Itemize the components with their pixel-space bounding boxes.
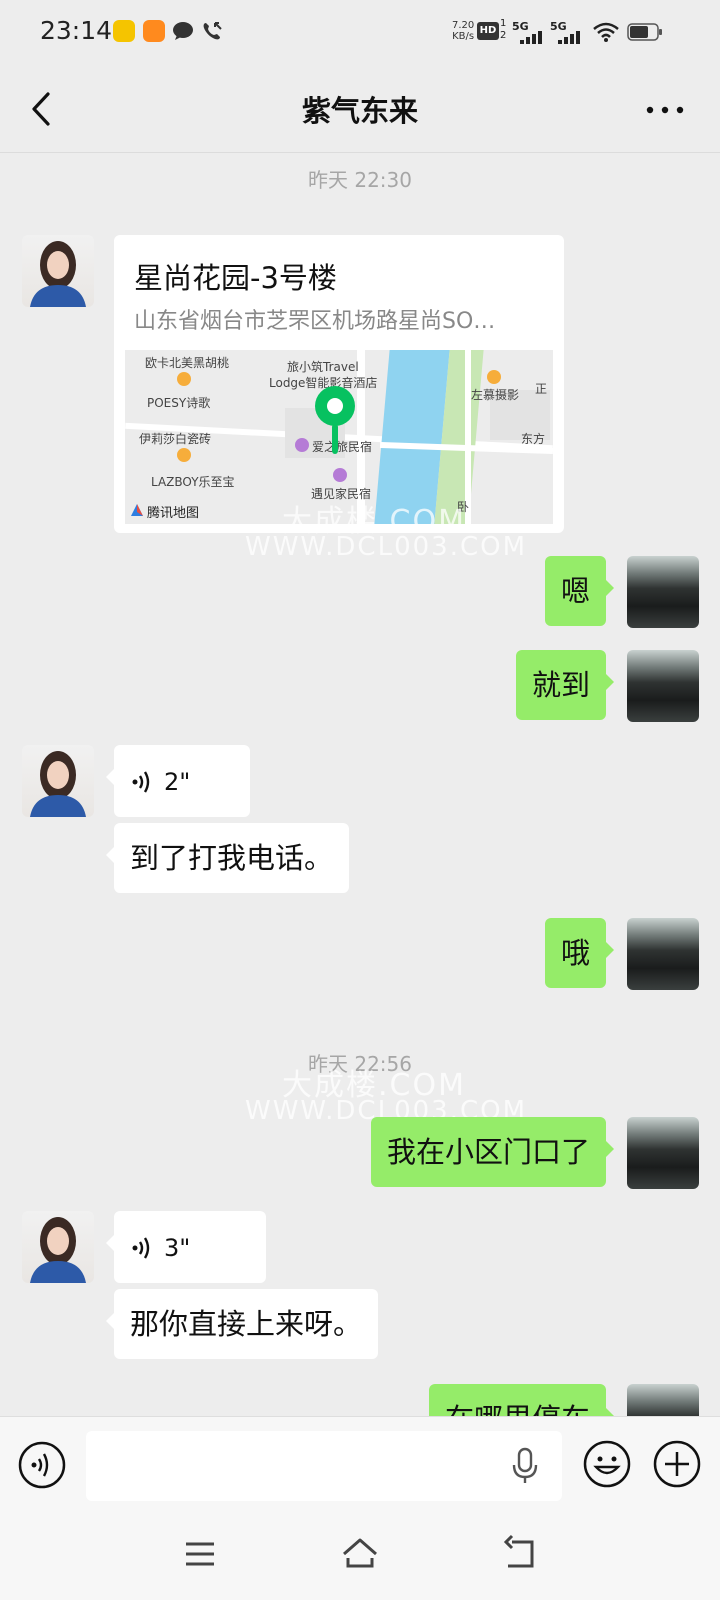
map-label: 正 — [535, 382, 548, 396]
chat-title: 紫气东来 — [301, 94, 418, 128]
map-label: LAZBOY乐至宝 — [151, 475, 235, 489]
battery-icon — [627, 23, 662, 41]
map-poi — [487, 370, 501, 384]
wifi-icon — [593, 22, 619, 42]
map-label: POESY诗歌 — [147, 396, 211, 410]
peer-avatar[interactable] — [22, 235, 94, 307]
location-name: 星尚花园-3号楼 — [134, 261, 337, 295]
message-bubble-out[interactable]: 嗯 — [544, 556, 615, 626]
peer-avatar-photo — [30, 751, 86, 817]
chat-bubble-icon — [173, 22, 193, 40]
missed-call-icon — [203, 22, 222, 40]
message-input[interactable] — [86, 1431, 562, 1501]
sim-labels: 1 2 — [500, 18, 506, 42]
location-card[interactable]: 星尚花园-3号楼 山东省烟台市芝罘区机场路星尚SO… 欧卡北美黑胡桃 旅小筑Tr… — [114, 235, 564, 533]
watermark: WWW.DCL003.COM — [245, 532, 528, 562]
emoji-icon[interactable] — [582, 1439, 632, 1489]
my-avatar[interactable] — [627, 650, 699, 722]
signal-strength-icon-1 — [520, 31, 542, 44]
voice-duration: 2" — [164, 768, 191, 796]
sim1-label: 1 — [500, 18, 507, 29]
menu-icon[interactable] — [178, 1532, 222, 1576]
header-divider — [0, 152, 720, 153]
video-app-icon — [143, 20, 165, 42]
voice-duration: 3" — [164, 1234, 191, 1262]
peer-avatar-photo — [30, 241, 86, 307]
voice-wave-icon — [132, 1237, 150, 1259]
message-bubble-in[interactable]: 到了打我电话。 — [105, 823, 350, 893]
status-bar: 23:14 7.20 KB/s HD 1 2 5G 5G — [0, 0, 720, 66]
map-poi — [295, 438, 309, 452]
map-poi — [177, 448, 191, 462]
system-navigation-bar — [0, 1512, 720, 1600]
peer-avatar[interactable] — [22, 1211, 94, 1283]
network-speed: 7.20 KB/s — [452, 20, 474, 42]
message-bubble-in[interactable]: 那你直接上来呀。 — [105, 1289, 379, 1359]
map-label: 欧卡北美黑胡桃 — [145, 356, 230, 370]
map-label: 旅小筑Travel — [287, 360, 359, 374]
location-pin-icon — [315, 386, 355, 454]
peer-avatar[interactable] — [22, 745, 94, 817]
my-avatar[interactable] — [627, 1117, 699, 1189]
input-bar — [0, 1416, 720, 1513]
back-nav-icon[interactable] — [498, 1532, 542, 1576]
my-avatar[interactable] — [627, 556, 699, 628]
tencent-map-logo-icon — [131, 504, 143, 516]
map-poi — [177, 372, 191, 386]
my-avatar[interactable] — [627, 918, 699, 990]
message-bubble-out[interactable]: 哦 — [544, 918, 615, 988]
plus-icon[interactable] — [652, 1439, 702, 1489]
status-time: 23:14 — [40, 16, 113, 45]
voice-toggle-icon[interactable] — [18, 1441, 66, 1489]
app-notification-icon — [113, 20, 135, 42]
voice-message[interactable]: 2" — [106, 745, 250, 817]
hd-badge: HD — [477, 22, 499, 40]
map-label: 伊莉莎白瓷砖 — [139, 432, 212, 446]
home-icon[interactable] — [338, 1532, 382, 1576]
signal-strength-icon-2 — [558, 31, 580, 44]
message-bubble-out[interactable]: 我在小区门口了 — [370, 1117, 615, 1187]
microphone-icon[interactable] — [510, 1447, 540, 1485]
peer-avatar-photo — [30, 1217, 86, 1283]
voice-message[interactable]: 3" — [106, 1211, 266, 1283]
back-arrow-icon[interactable] — [24, 84, 64, 134]
net-speed-value: 7.20 — [452, 20, 475, 31]
more-icon[interactable] — [640, 90, 690, 130]
map-poi — [333, 468, 347, 482]
map-logo-text: 腾讯地图 — [147, 506, 200, 521]
map-label: 左慕摄影 — [471, 388, 520, 402]
sim2-label: 2 — [500, 30, 507, 41]
net-speed-unit: KB/s — [452, 31, 475, 42]
voice-wave-icon — [132, 771, 150, 793]
location-address: 山东省烟台市芝罘区机场路星尚SO… — [134, 309, 496, 334]
message-bubble-out[interactable]: 就到 — [515, 650, 615, 720]
timestamp: 昨天 22:30 — [308, 168, 412, 192]
map-label: 东方 — [521, 432, 546, 446]
